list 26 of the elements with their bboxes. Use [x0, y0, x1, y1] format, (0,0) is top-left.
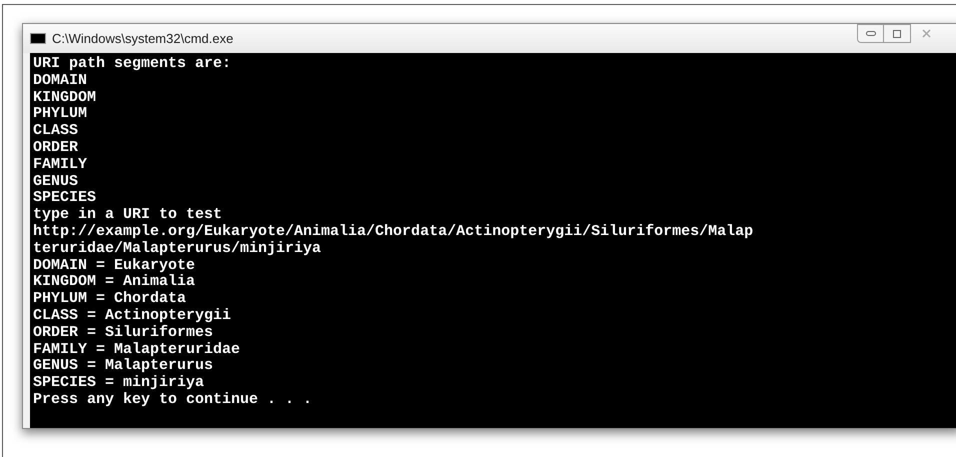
- console-line: SPECIES = minjiriya: [33, 375, 206, 392]
- console-line: type in a URI to test: [33, 207, 224, 224]
- console-line: GENUS = Malapterurus: [33, 358, 214, 375]
- console-line: http://example.org/Eukaryote/Animalia/Chordata/Actinopterygii/Siluriformes/Malap: [33, 224, 754, 241]
- console-line: FAMILY: [33, 156, 88, 174]
- console-line: PHYLUM: [33, 106, 88, 124]
- close-icon: [922, 29, 930, 38]
- console-line: ORDER: [33, 140, 80, 157]
- console-line: SPECIES: [33, 190, 98, 207]
- console-line: DOMAIN: [33, 72, 88, 90]
- console-line: PHYLUM = Chordata: [33, 291, 188, 308]
- console-line: KINGDOM: [33, 90, 98, 106]
- console-line: FAMILY = Malapteruridae: [33, 342, 242, 358]
- console-line: URI path segments are:: [33, 56, 232, 73]
- minimize-button[interactable]: [857, 24, 884, 43]
- console-line: KINGDOM = Animalia: [33, 274, 196, 291]
- console-line: DOMAIN = Eukaryote: [33, 258, 196, 274]
- console-line: GENUS: [33, 174, 80, 190]
- maximize-button[interactable]: [884, 24, 911, 43]
- console-line: CLASS: [33, 123, 80, 140]
- console-line: teruridae/Malapterurus/minjiriya: [33, 240, 322, 258]
- console-line: ORDER = Siluriformes: [33, 324, 214, 342]
- console-line: Press any key to continue . . .: [33, 392, 314, 409]
- console-app-icon: [30, 33, 46, 44]
- window-title: C:\Windows\system32\cmd.exe: [52, 30, 234, 48]
- console-line: CLASS = Actinopterygii: [33, 308, 232, 324]
